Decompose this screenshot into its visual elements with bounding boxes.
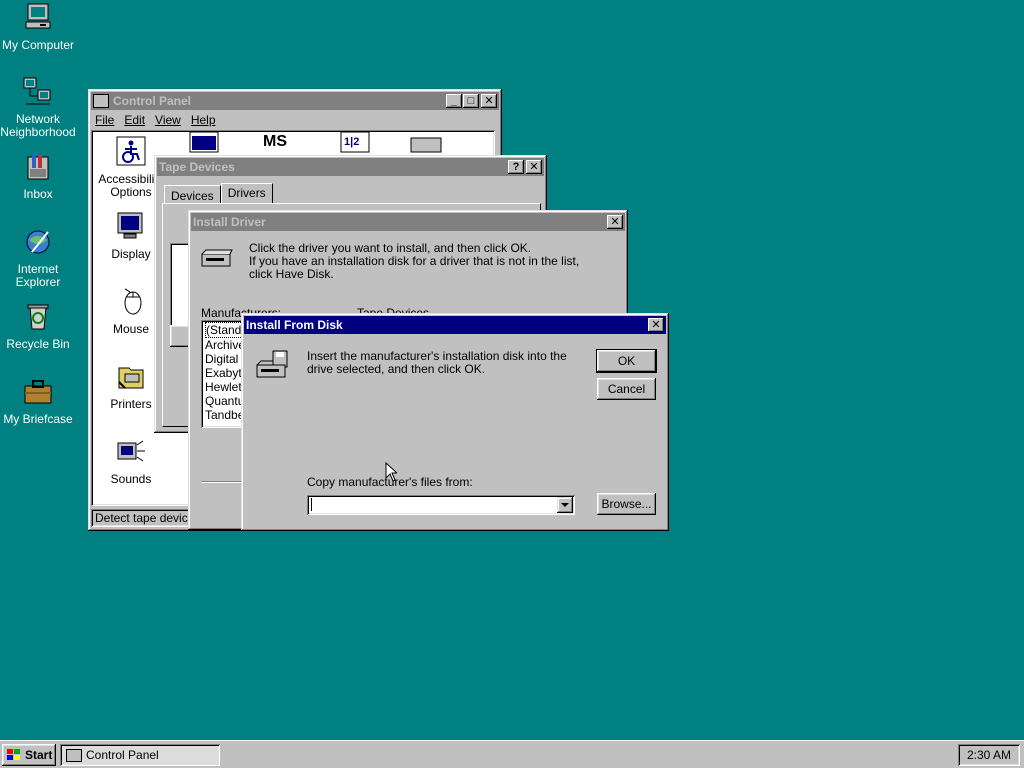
path-input[interactable]: [311, 498, 314, 511]
briefcase-icon: [24, 380, 52, 404]
install-driver-instructions: Click the driver you want to install, an…: [249, 241, 580, 281]
tab-devices[interactable]: Devices: [164, 185, 221, 203]
status-text: Detect tape devices: [95, 511, 201, 525]
desktop-icon-label: Inbox: [23, 187, 53, 201]
help-button[interactable]: ?: [508, 160, 524, 174]
taskbar: Start Control Panel 2:30 AM: [0, 740, 1024, 768]
close-button[interactable]: ✕: [481, 94, 497, 108]
menu-file[interactable]: File: [95, 113, 114, 127]
desktop-icon-label: Internet Explorer: [15, 262, 61, 289]
clock[interactable]: 2:30 AM: [967, 748, 1011, 762]
menu-edit[interactable]: Edit: [124, 113, 145, 127]
menu-view[interactable]: View: [155, 113, 181, 127]
display-icon: [117, 212, 143, 239]
mouse-icon: [124, 288, 142, 315]
svg-text:MS: MS: [263, 133, 287, 150]
windows-logo-icon: [7, 749, 20, 760]
ok-button[interactable]: OK: [596, 349, 657, 373]
tab-strip: Devices Drivers: [164, 183, 273, 203]
maximize-button[interactable]: □: [463, 94, 479, 108]
system-tray: 2:30 AM: [958, 744, 1020, 766]
start-button[interactable]: Start: [2, 744, 56, 766]
accessibility-icon: [116, 136, 146, 166]
dropdown-button[interactable]: [557, 497, 573, 513]
disk-drive-icon: [256, 350, 288, 378]
menu-bar: File Edit View Help: [91, 110, 499, 130]
inbox-icon: [27, 154, 49, 180]
close-button[interactable]: ✕: [607, 215, 623, 229]
desktop-icon-label: Network Neighborhood: [0, 112, 76, 139]
taskbar-task-control-panel[interactable]: Control Panel: [60, 744, 220, 766]
close-button[interactable]: ✕: [526, 160, 542, 174]
browse-button[interactable]: Browse...: [597, 493, 656, 515]
install-from-disk-message: Insert the manufacturer's installation d…: [307, 349, 567, 376]
desktop-icon-internet-explorer[interactable]: Internet Explorer: [0, 226, 76, 289]
sounds-icon: [117, 440, 145, 462]
tape-drive-icon: [201, 249, 233, 267]
desktop-icon-recycle-bin[interactable]: Recycle Bin: [0, 301, 76, 351]
install-from-disk-window: Install From Disk ✕ Insert the manufactu…: [241, 313, 669, 531]
install-from-disk-titlebar[interactable]: Install From Disk ✕: [244, 316, 666, 334]
recycle-bin-icon: [27, 304, 49, 330]
desktop-icon-label: My Computer: [1, 38, 75, 52]
control-panel-icon: [66, 748, 82, 762]
cancel-button[interactable]: Cancel: [597, 378, 656, 400]
tape-devices-titlebar[interactable]: Tape Devices ? ✕: [157, 158, 544, 176]
chevron-down-icon: [561, 503, 569, 507]
window-title: Control Panel: [113, 94, 192, 108]
close-button[interactable]: ✕: [648, 318, 664, 332]
internet-explorer-icon: [26, 230, 50, 254]
control-panel-titlebar[interactable]: Control Panel _ □ ✕: [91, 92, 499, 110]
my-computer-icon: [25, 3, 51, 29]
window-title: Install From Disk: [246, 318, 343, 332]
tab-drivers[interactable]: Drivers: [220, 183, 273, 203]
control-panel-icon: [93, 94, 109, 108]
window-title: Tape Devices: [159, 160, 235, 174]
path-combobox[interactable]: [307, 495, 575, 515]
desktop-icon-inbox[interactable]: Inbox: [0, 151, 76, 201]
window-title: Install Driver: [193, 215, 266, 229]
cp-partial-icons: MS 1|2: [189, 131, 442, 153]
minimize-button[interactable]: _: [446, 94, 462, 108]
printers-icon: [118, 367, 144, 389]
cp-item-sounds[interactable]: Sounds: [96, 435, 166, 486]
mouse-cursor-icon: [385, 462, 397, 482]
desktop-icon-label: My Briefcase: [3, 412, 73, 426]
svg-text:1|2: 1|2: [344, 136, 359, 148]
separator: [201, 481, 241, 483]
install-driver-titlebar[interactable]: Install Driver ✕: [191, 213, 625, 231]
desktop-icon-label: Recycle Bin: [6, 337, 70, 351]
desktop-icon-network-neighborhood[interactable]: Network Neighborhood: [0, 76, 76, 139]
network-neighborhood-icon: [23, 77, 51, 105]
menu-help[interactable]: Help: [191, 113, 216, 127]
desktop-icon-my-computer[interactable]: My Computer: [0, 2, 76, 52]
desktop-icon-my-briefcase[interactable]: My Briefcase: [0, 376, 76, 426]
cp-item-label: Sounds: [110, 472, 152, 486]
